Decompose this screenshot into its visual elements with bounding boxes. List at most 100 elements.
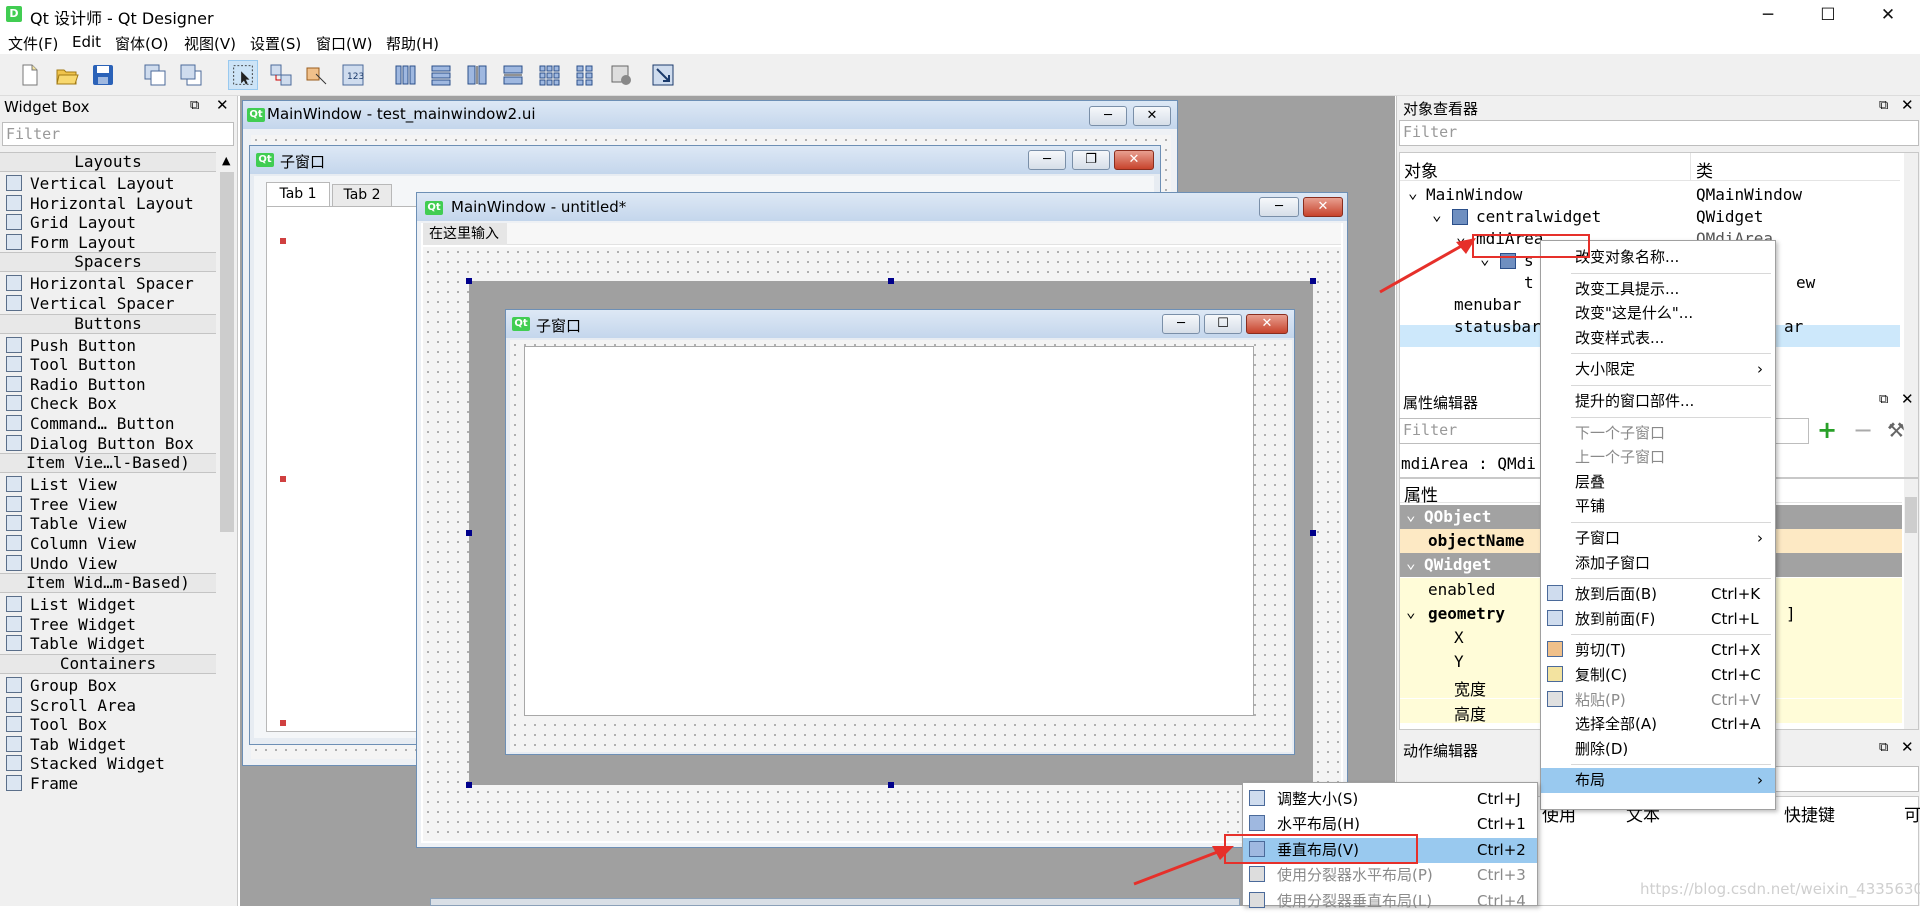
menu-window[interactable]: 窗口(W) xyxy=(316,33,373,54)
widget-item[interactable]: Tool Button xyxy=(6,355,136,375)
third-window-edge[interactable] xyxy=(430,898,1240,906)
widget-item[interactable]: Tab Widget xyxy=(6,735,126,755)
dock-close-icon[interactable]: ✕ xyxy=(1901,96,1914,114)
menu-item[interactable]: 选择全部(A) Ctrl+A xyxy=(1541,712,1775,737)
float-icon[interactable]: ⧉ xyxy=(1879,740,1888,755)
menu-help[interactable]: 帮助(H) xyxy=(386,33,439,54)
widget-item[interactable]: Scroll Area xyxy=(6,696,136,716)
menu-item[interactable]: 粘贴(P) Ctrl+V xyxy=(1541,688,1775,713)
front-sub-min-button[interactable]: ─ xyxy=(1162,314,1200,334)
widget-item[interactable]: List View xyxy=(6,475,117,495)
widget-item[interactable]: Tree View xyxy=(6,495,117,515)
back-sub-restore-button[interactable]: ❐ xyxy=(1072,150,1110,170)
menu-item[interactable]: 放到前面(F) Ctrl+L xyxy=(1541,607,1775,632)
category-header[interactable]: Spacers xyxy=(0,252,216,273)
widget-item[interactable]: Group Box xyxy=(6,676,117,696)
layout-horizontal-icon[interactable] xyxy=(392,62,418,88)
break-layout-icon[interactable] xyxy=(608,62,634,88)
widget-scrollbar[interactable]: ▲ xyxy=(218,152,236,906)
back-sub-min-button[interactable]: ─ xyxy=(1028,150,1066,170)
back-main-min-button[interactable]: ─ xyxy=(1089,106,1127,126)
widget-item[interactable]: Tool Box xyxy=(6,715,107,735)
layout-vertical-icon[interactable] xyxy=(428,62,454,88)
menu-item[interactable]: 层叠 xyxy=(1541,470,1775,495)
widget-item[interactable]: Stacked Widget xyxy=(6,754,165,774)
category-header[interactable]: Containers xyxy=(0,654,216,674)
front-main-min-button[interactable]: ─ xyxy=(1259,197,1299,217)
tree-row-statusbar[interactable]: statusbar xyxy=(1454,317,1541,336)
widget-item[interactable]: Grid Layout xyxy=(6,213,136,233)
expand-icon[interactable]: ⌄ xyxy=(1406,505,1416,524)
edit-tab-order-icon[interactable]: 123 xyxy=(340,62,366,88)
front-main-window[interactable]: Qt MainWindow - untitled* ─ ✕ 在这里输入 Qt 子… xyxy=(416,192,1348,848)
menu-item[interactable]: 改变"这是什么"... xyxy=(1541,301,1775,326)
tab-1[interactable]: Tab 1 xyxy=(266,182,330,206)
tree-row-t[interactable]: t xyxy=(1524,273,1534,292)
expand-icon[interactable]: ⌄ xyxy=(1406,553,1416,572)
tree-expand-icon[interactable]: ⌄ xyxy=(1408,183,1418,202)
bring-forward-icon[interactable] xyxy=(178,62,204,88)
menu-item[interactable]: 使用分裂器垂直布局(L) Ctrl+4 xyxy=(1243,889,1537,914)
category-header[interactable]: Layouts xyxy=(0,152,216,172)
menu-edit[interactable]: Edit xyxy=(72,33,101,51)
scroll-up-icon[interactable]: ▲ xyxy=(222,154,230,167)
menu-item[interactable]: 删除(D) xyxy=(1541,737,1775,762)
send-backward-icon[interactable] xyxy=(142,62,168,88)
property-scrollbar[interactable] xyxy=(1904,479,1918,729)
front-main-close-button[interactable]: ✕ xyxy=(1303,197,1343,217)
category-header[interactable]: Item Vie…l-Based) xyxy=(0,453,216,474)
save-icon[interactable] xyxy=(90,62,116,88)
float-icon[interactable]: ⧉ xyxy=(1879,392,1888,407)
object-filter-input[interactable]: Filter xyxy=(1399,120,1919,146)
category-header[interactable]: Item Wid…m-Based) xyxy=(0,573,216,594)
menu-item[interactable]: 子窗口 › xyxy=(1541,526,1775,551)
layout-h-splitter-icon[interactable] xyxy=(464,62,490,88)
widget-item[interactable]: Undo View xyxy=(6,554,117,574)
scroll-thumb[interactable] xyxy=(1905,497,1917,533)
dock-close-icon[interactable]: ✕ xyxy=(216,96,229,114)
widget-item[interactable]: Form Layout xyxy=(6,233,136,253)
menu-item[interactable]: 布局 › xyxy=(1541,768,1775,793)
adjust-size-icon[interactable] xyxy=(650,62,676,88)
menu-item[interactable]: 改变样式表... xyxy=(1541,326,1775,351)
add-property-icon[interactable]: + xyxy=(1817,418,1837,442)
menu-item[interactable]: 使用分裂器水平布局(P) Ctrl+3 xyxy=(1243,863,1537,888)
widget-item[interactable]: Dialog Button Box xyxy=(6,434,194,454)
menu-file[interactable]: 文件(F) xyxy=(8,33,58,54)
menu-type-here[interactable]: 在这里输入 xyxy=(423,223,507,245)
menu-view[interactable]: 视图(V) xyxy=(184,33,236,54)
object-tree-scrollbar[interactable] xyxy=(1904,153,1918,477)
widget-item[interactable]: Column View xyxy=(6,534,136,554)
widget-item[interactable]: Radio Button xyxy=(6,375,146,395)
front-sub-window[interactable]: Qt 子窗口 ─ ☐ ✕ xyxy=(505,309,1295,755)
tree-row-mainwindow[interactable]: MainWindow xyxy=(1426,185,1522,204)
widget-item[interactable]: Vertical Spacer xyxy=(6,294,175,314)
open-folder-icon[interactable] xyxy=(54,62,80,88)
remove-property-icon[interactable]: − xyxy=(1853,418,1873,442)
widget-item[interactable]: Horizontal Layout xyxy=(6,194,194,214)
menu-item[interactable]: 平铺 xyxy=(1541,494,1775,519)
float-icon[interactable]: ⧉ xyxy=(1879,98,1888,113)
tree-row-centralwidget[interactable]: centralwidget xyxy=(1476,207,1601,226)
menu-item[interactable]: 放到后面(B) Ctrl+K xyxy=(1541,582,1775,607)
maximize-button[interactable]: ☐ xyxy=(1805,3,1851,27)
tree-expand-icon[interactable]: ⌄ xyxy=(1432,205,1442,224)
widget-item[interactable]: Frame xyxy=(6,774,78,794)
menu-item[interactable]: 复制(C) Ctrl+C xyxy=(1541,663,1775,688)
edit-widgets-icon[interactable] xyxy=(228,60,258,90)
back-main-close-button[interactable]: ✕ xyxy=(1133,106,1171,126)
menu-item[interactable]: 大小限定 › xyxy=(1541,357,1775,382)
dock-close-icon[interactable]: ✕ xyxy=(1901,390,1914,408)
widget-item[interactable]: Check Box xyxy=(6,394,117,414)
menu-settings[interactable]: 设置(S) xyxy=(250,33,301,54)
layout-v-splitter-icon[interactable] xyxy=(500,62,526,88)
front-sub-close-button[interactable]: ✕ xyxy=(1246,314,1288,334)
back-sub-close-button[interactable]: ✕ xyxy=(1114,150,1154,170)
menu-item[interactable]: 剪切(T) Ctrl+X xyxy=(1541,638,1775,663)
dock-close-icon[interactable]: ✕ xyxy=(1901,738,1914,756)
widget-item[interactable]: Command… Button xyxy=(6,414,175,434)
widget-filter-input[interactable]: Filter xyxy=(2,122,234,146)
close-button[interactable]: ✕ xyxy=(1865,3,1911,27)
category-header[interactable]: Buttons xyxy=(0,313,216,334)
menu-item[interactable]: 改变工具提示... xyxy=(1541,277,1775,302)
